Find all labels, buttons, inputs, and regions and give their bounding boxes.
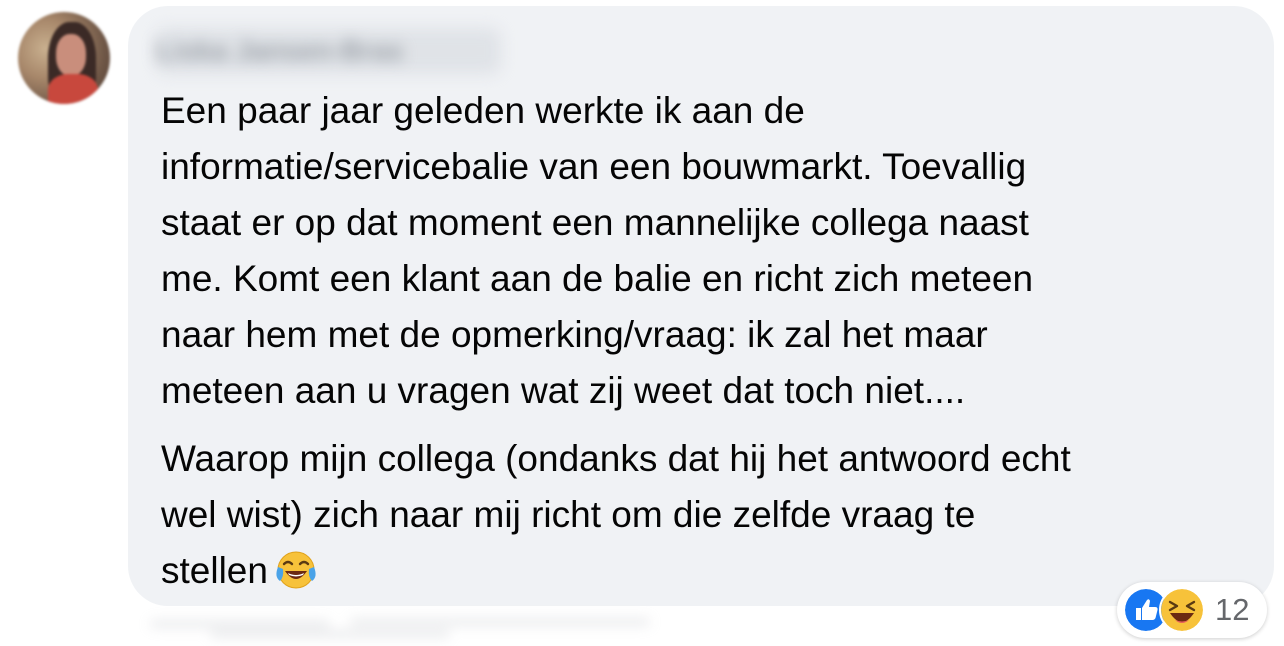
comment-line: Een paar jaar geleden werkte ik aan de xyxy=(161,90,805,131)
face-with-tears-of-joy-icon xyxy=(276,551,316,589)
comment-line: Waarop mijn collega (ondanks dat hij het… xyxy=(161,438,1071,479)
comment-line: me. Komt een klant aan de balie en richt… xyxy=(161,258,1034,299)
haha-icon xyxy=(1159,587,1205,633)
comment-line: naar hem met de opmerking/vraag: ik zal … xyxy=(161,314,988,355)
comment-container: Liska Jansen-Bras Een paar jaar geleden … xyxy=(0,0,1284,646)
reaction-count: 12 xyxy=(1215,592,1250,627)
comment-line-last: stellen xyxy=(161,543,1261,599)
comment-line: meteen aan u vragen wat zij weet dat toc… xyxy=(161,370,966,411)
comment-paragraph: Een paar jaar geleden werkte ik aan de i… xyxy=(161,83,1261,419)
blurred-background-text xyxy=(150,606,710,640)
comment-line: informatie/servicebalie van een bouwmark… xyxy=(161,146,1027,187)
comment-line: staat er op dat moment een mannelijke co… xyxy=(161,202,1029,243)
comment-paragraph: Waarop mijn collega (ondanks dat hij het… xyxy=(161,431,1261,599)
author-name[interactable]: Liska Jansen-Bras xyxy=(156,28,501,74)
reactions-badge[interactable]: 12 xyxy=(1117,582,1267,638)
comment-text: Een paar jaar geleden werkte ik aan de i… xyxy=(161,83,1261,599)
author-name-text: Liska Jansen-Bras xyxy=(156,35,404,66)
avatar[interactable] xyxy=(18,12,110,104)
comment-bubble: Liska Jansen-Bras Een paar jaar geleden … xyxy=(128,6,1274,606)
comment-line: wel wist) zich naar mij richt om die zel… xyxy=(161,494,976,535)
